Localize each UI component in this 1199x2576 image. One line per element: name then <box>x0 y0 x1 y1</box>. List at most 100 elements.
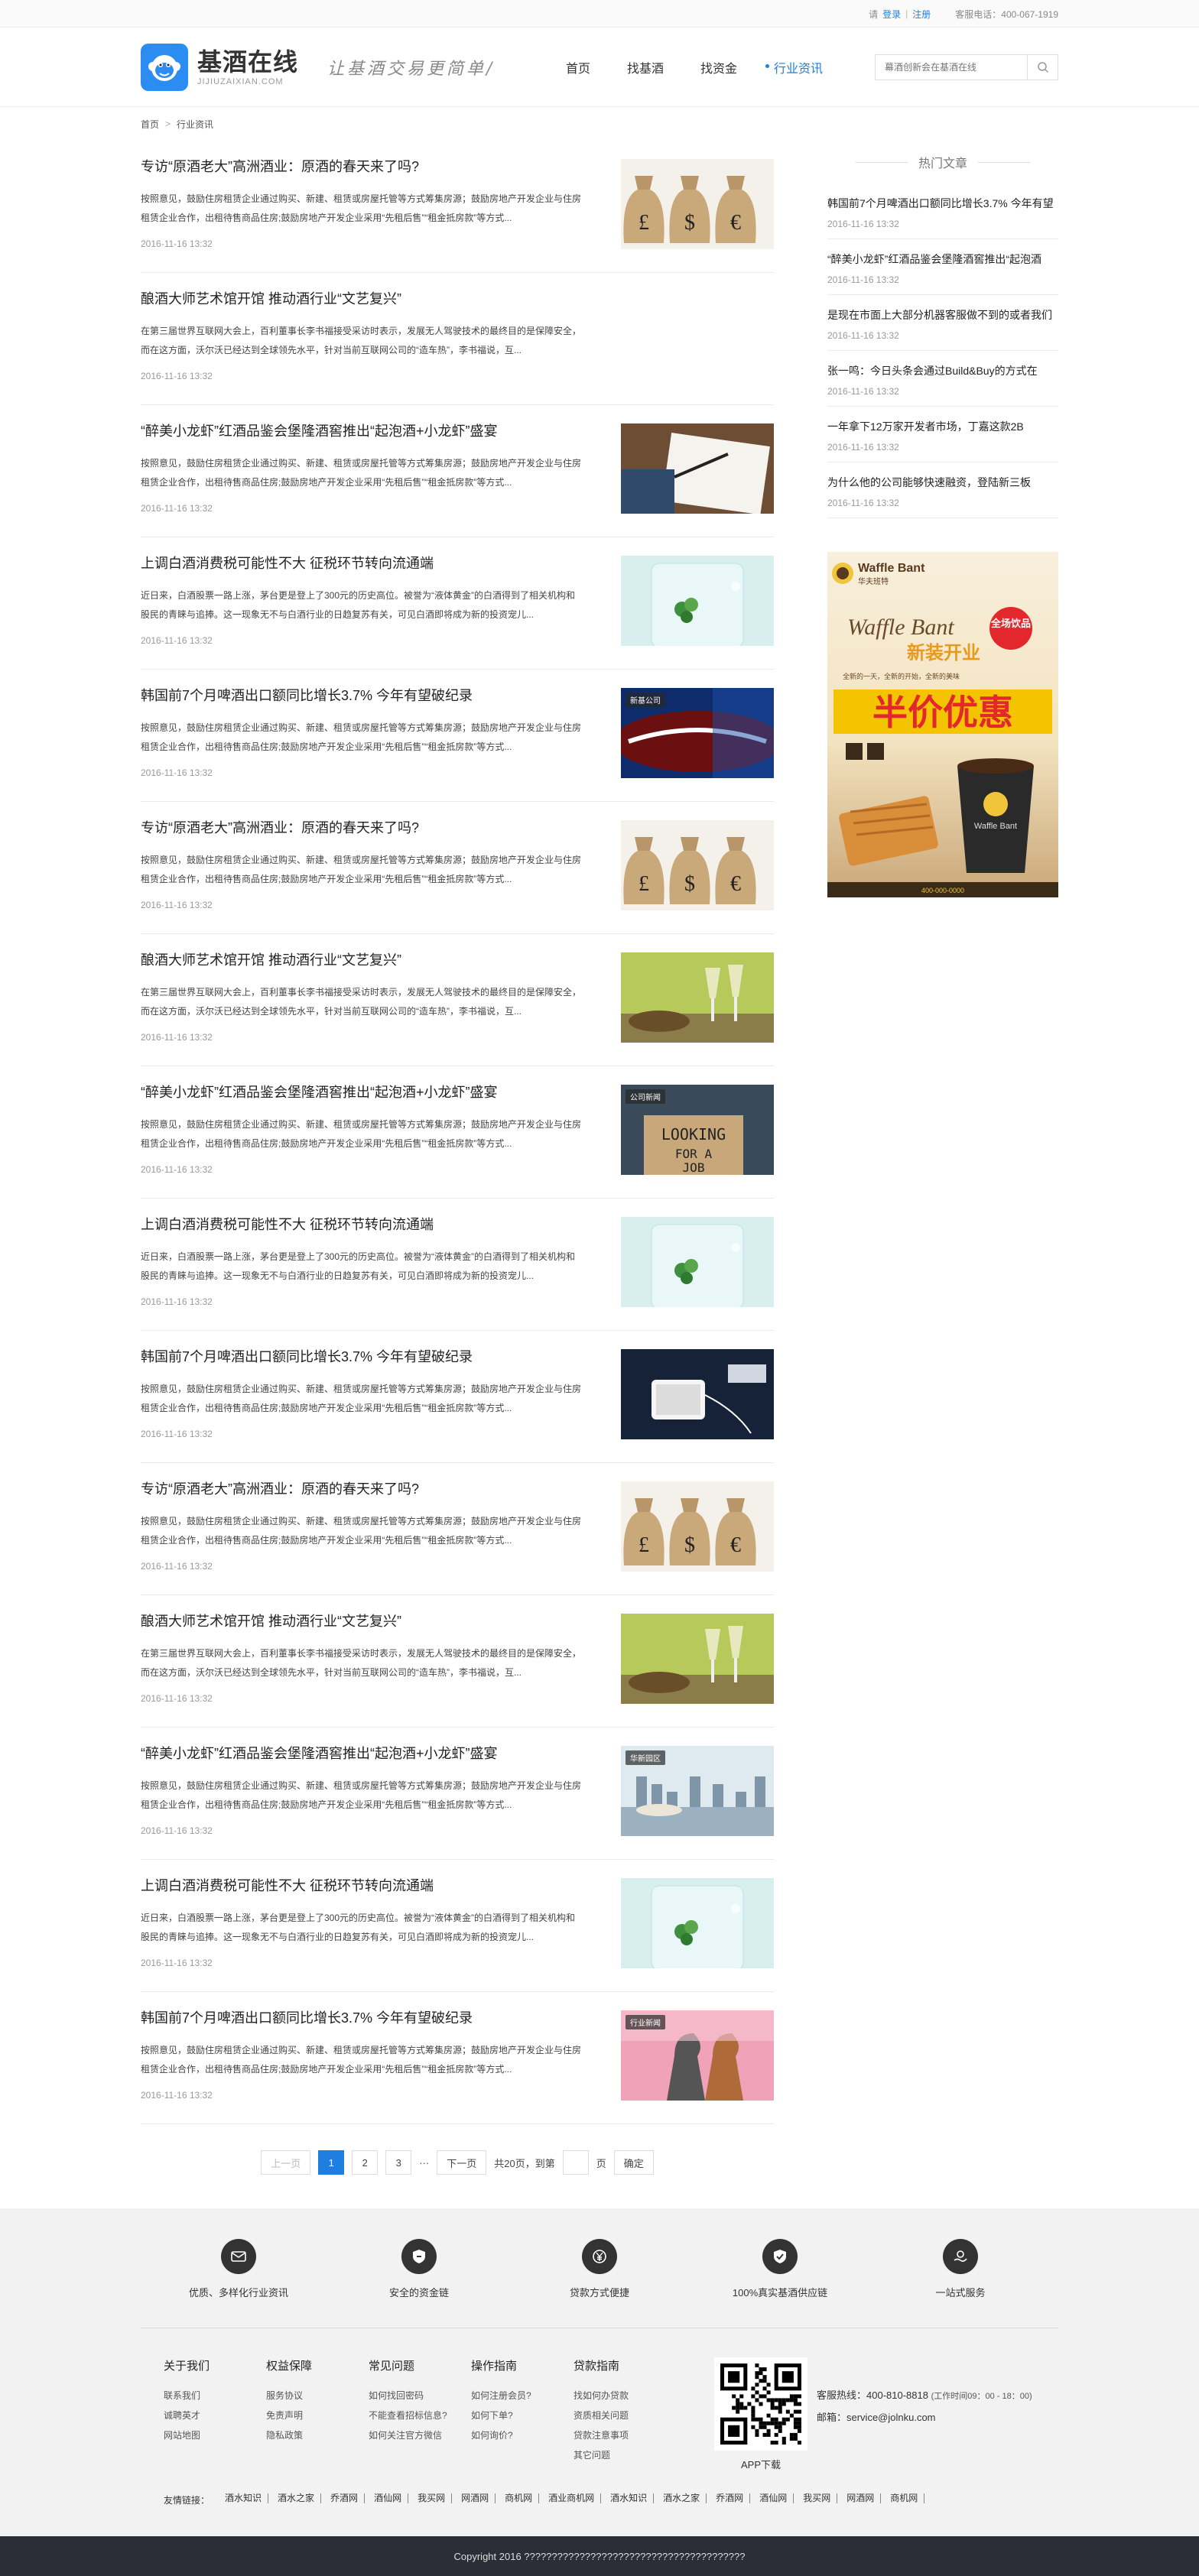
login-link[interactable]: 登录 <box>882 8 901 21</box>
article-item[interactable]: 专访“原酒老大”高洲酒业：原酒的春天来了吗? 按照意见，鼓励住房租赁企业通过购买、… <box>141 1463 774 1595</box>
article-title[interactable]: 专访“原酒老大”高洲酒业：原酒的春天来了吗? <box>141 1480 584 1498</box>
logo[interactable]: 基酒在线 JIJIUZAIXIAN.COM <box>141 44 298 91</box>
goto-confirm-button[interactable]: 确定 <box>613 2150 654 2175</box>
nav-find-liquor[interactable]: 找基酒 <box>627 58 664 76</box>
footer-link[interactable]: 如何注册会员? <box>471 2386 574 2406</box>
article-title[interactable]: 上调白酒消费税可能性不大 征税环节转向流通端 <box>141 1877 584 1895</box>
friend-link[interactable]: 我买网 <box>797 2493 838 2503</box>
friend-link[interactable]: 酒仙网 <box>753 2493 794 2503</box>
article-item[interactable]: “醉美小龙虾”红酒品鉴会堡隆酒窖推出“起泡酒+小龙虾”盛宴 按照意见，鼓励住房租赁… <box>141 1728 774 1860</box>
article-thumbnail[interactable]: £ $ € <box>621 820 774 910</box>
hot-article-item[interactable]: 为什么他的公司能够快速融资，登陆新三板 2016-11-16 13:32 <box>827 462 1058 518</box>
article-thumbnail[interactable] <box>621 1349 774 1439</box>
page-2-button[interactable]: 2 <box>352 2150 379 2175</box>
article-item[interactable]: 专访“原酒老大”高洲酒业：原酒的春天来了吗? 按照意见，鼓励住房租赁企业通过购买、… <box>141 141 774 273</box>
article-thumbnail[interactable] <box>621 1217 774 1307</box>
article-thumbnail[interactable]: £ $ € <box>621 1481 774 1572</box>
friend-link[interactable]: 我买网 <box>411 2493 453 2503</box>
friend-link[interactable]: 商机网 <box>884 2493 925 2503</box>
article-title[interactable]: 专访“原酒老大”高洲酒业：原酒的春天来了吗? <box>141 157 584 176</box>
article-title[interactable]: 韩国前7个月啤酒出口额同比增长3.7% 今年有望破纪录 <box>141 686 584 705</box>
article-title[interactable]: 酿酒大师艺术馆开馆 推动酒行业“文艺复兴” <box>141 290 584 308</box>
article-title[interactable]: 上调白酒消费税可能性不大 征税环节转向流通端 <box>141 1215 584 1234</box>
article-item[interactable]: 酿酒大师艺术馆开馆 推动酒行业“文艺复兴” 在第三届世界互联网大会上，百利董事长李… <box>141 934 774 1066</box>
footer-link[interactable]: 贷款注意事项 <box>574 2425 676 2445</box>
article-thumbnail[interactable]: 华新园区 <box>621 1746 774 1836</box>
friend-link[interactable]: 酒仙网 <box>368 2493 409 2503</box>
article-item[interactable]: 韩国前7个月啤酒出口额同比增长3.7% 今年有望破纪录 按照意见，鼓励住房租赁企业… <box>141 1992 774 2124</box>
footer-link[interactable]: 隐私政策 <box>266 2425 369 2445</box>
footer-link[interactable]: 如何关注官方微信 <box>369 2425 471 2445</box>
friend-link[interactable]: 酒业商机网 <box>542 2493 602 2503</box>
footer-link[interactable]: 诚聘英才 <box>164 2406 266 2425</box>
prev-page-button[interactable]: 上一页 <box>261 2150 311 2175</box>
hot-article-item[interactable]: 是现在市面上大部分机器客服做不到的或者我们 2016-11-16 13:32 <box>827 295 1058 351</box>
article-thumbnail[interactable]: £ $ € <box>621 159 774 249</box>
hot-article-item[interactable]: 张一鸣：今日头条会通过Build&Buy的方式在 2016-11-16 13:32 <box>827 351 1058 407</box>
article-item[interactable]: 上调白酒消费税可能性不大 征税环节转向流通端 近日来，白酒股票一路上涨，茅台更是登… <box>141 537 774 670</box>
friend-link[interactable]: 乔酒网 <box>324 2493 366 2503</box>
article-item[interactable]: 上调白酒消费税可能性不大 征税环节转向流通端 近日来，白酒股票一路上涨，茅台更是登… <box>141 1199 774 1331</box>
article-item[interactable]: 韩国前7个月啤酒出口额同比增长3.7% 今年有望破纪录 按照意见，鼓励住房租赁企业… <box>141 670 774 802</box>
article-item[interactable]: 专访“原酒老大”高洲酒业：原酒的春天来了吗? 按照意见，鼓励住房租赁企业通过购买、… <box>141 802 774 934</box>
footer-link[interactable]: 不能查看招标信息? <box>369 2406 471 2425</box>
hot-article-title[interactable]: 韩国前7个月啤酒出口额同比增长3.7% 今年有望 <box>827 196 1058 211</box>
search-button[interactable] <box>1027 55 1058 79</box>
hot-article-title[interactable]: 张一鸣：今日头条会通过Build&Buy的方式在 <box>827 363 1058 378</box>
article-title[interactable]: 专访“原酒老大”高洲酒业：原酒的春天来了吗? <box>141 819 584 837</box>
article-thumbnail[interactable]: 新基公司 <box>621 688 774 778</box>
friend-link[interactable]: 酒水之家 <box>657 2493 707 2503</box>
article-title[interactable]: “醉美小龙虾”红酒品鉴会堡隆酒窖推出“起泡酒+小龙虾”盛宴 <box>141 1083 584 1101</box>
article-title[interactable]: 韩国前7个月啤酒出口额同比增长3.7% 今年有望破纪录 <box>141 2009 584 2027</box>
next-page-button[interactable]: 下一页 <box>437 2150 487 2175</box>
nav-find-funds[interactable]: 找资金 <box>700 58 737 76</box>
friend-link[interactable]: 商机网 <box>499 2493 540 2503</box>
hot-article-title[interactable]: 一年拿下12万家开发者市场，丁嘉这款2B <box>827 419 1058 434</box>
goto-page-input[interactable] <box>562 2150 589 2175</box>
article-title[interactable]: “醉美小龙虾”红酒品鉴会堡隆酒窖推出“起泡酒+小龙虾”盛宴 <box>141 1744 584 1763</box>
register-link[interactable]: 注册 <box>912 8 931 21</box>
article-title[interactable]: 上调白酒消费税可能性不大 征税环节转向流通端 <box>141 554 584 573</box>
article-thumbnail[interactable] <box>621 423 774 514</box>
article-item[interactable]: 韩国前7个月啤酒出口额同比增长3.7% 今年有望破纪录 按照意见，鼓励住房租赁企业… <box>141 1331 774 1463</box>
hot-article-title[interactable]: 是现在市面上大部分机器客服做不到的或者我们 <box>827 307 1058 323</box>
search-input[interactable] <box>876 55 1027 79</box>
article-thumbnail[interactable] <box>621 952 774 1043</box>
article-title[interactable]: “醉美小龙虾”红酒品鉴会堡隆酒窖推出“起泡酒+小龙虾”盛宴 <box>141 422 584 440</box>
hot-article-title[interactable]: “醉美小龙虾”红酒品鉴会堡隆酒窖推出“起泡酒 <box>827 251 1058 267</box>
article-title[interactable]: 酿酒大师艺术馆开馆 推动酒行业“文艺复兴” <box>141 951 584 969</box>
page-1-button[interactable]: 1 <box>318 2150 345 2175</box>
friend-link[interactable]: 酒水之家 <box>271 2493 322 2503</box>
waffle-ad-banner[interactable]: Waffle Bant 华夫班特 Waffle Bant 新装开业 全新的一天，… <box>827 552 1058 897</box>
article-thumbnail[interactable] <box>621 1878 774 1968</box>
hot-article-item[interactable]: 韩国前7个月啤酒出口额同比增长3.7% 今年有望 2016-11-16 13:32 <box>827 183 1058 239</box>
footer-link[interactable]: 服务协议 <box>266 2386 369 2406</box>
friend-link[interactable]: 乔酒网 <box>710 2493 751 2503</box>
footer-link[interactable]: 联系我们 <box>164 2386 266 2406</box>
article-thumbnail[interactable] <box>621 1614 774 1704</box>
article-thumbnail[interactable]: 行业新闻 <box>621 2010 774 2101</box>
footer-link[interactable]: 网站地图 <box>164 2425 266 2445</box>
friend-link[interactable]: 酒水知识 <box>219 2493 269 2503</box>
footer-link[interactable]: 找如何办贷款 <box>574 2386 676 2406</box>
article-item[interactable]: 酿酒大师艺术馆开馆 推动酒行业“文艺复兴” 在第三届世界互联网大会上，百利董事长李… <box>141 1595 774 1728</box>
breadcrumb-home[interactable]: 首页 <box>141 118 159 131</box>
article-title[interactable]: 酿酒大师艺术馆开馆 推动酒行业“文艺复兴” <box>141 1612 584 1630</box>
article-thumbnail[interactable] <box>621 556 774 646</box>
article-item[interactable]: “醉美小龙虾”红酒品鉴会堡隆酒窖推出“起泡酒+小龙虾”盛宴 按照意见，鼓励住房租赁… <box>141 405 774 537</box>
footer-link[interactable]: 如何下单? <box>471 2406 574 2425</box>
friend-link[interactable]: 网酒网 <box>455 2493 496 2503</box>
hot-article-item[interactable]: 一年拿下12万家开发者市场，丁嘉这款2B 2016-11-16 13:32 <box>827 407 1058 462</box>
footer-link[interactable]: 免责声明 <box>266 2406 369 2425</box>
article-item[interactable]: 上调白酒消费税可能性不大 征税环节转向流通端 近日来，白酒股票一路上涨，茅台更是登… <box>141 1860 774 1992</box>
article-item[interactable]: 酿酒大师艺术馆开馆 推动酒行业“文艺复兴” 在第三届世界互联网大会上，百利董事长李… <box>141 273 774 405</box>
nav-home[interactable]: 首页 <box>566 58 590 76</box>
article-thumbnail[interactable]: LOOKING FOR A JOB 公司新闻 <box>621 1085 774 1175</box>
hot-article-item[interactable]: “醉美小龙虾”红酒品鉴会堡隆酒窖推出“起泡酒 2016-11-16 13:32 <box>827 239 1058 295</box>
hot-article-title[interactable]: 为什么他的公司能够快速融资，登陆新三板 <box>827 475 1058 490</box>
article-item[interactable]: “醉美小龙虾”红酒品鉴会堡隆酒窖推出“起泡酒+小龙虾”盛宴 按照意见，鼓励住房租赁… <box>141 1066 774 1199</box>
friend-link[interactable]: 酒水知识 <box>604 2493 655 2503</box>
footer-link[interactable]: 资质相关问题 <box>574 2406 676 2425</box>
friend-link[interactable]: 网酒网 <box>840 2493 882 2503</box>
page-3-button[interactable]: 3 <box>385 2150 412 2175</box>
